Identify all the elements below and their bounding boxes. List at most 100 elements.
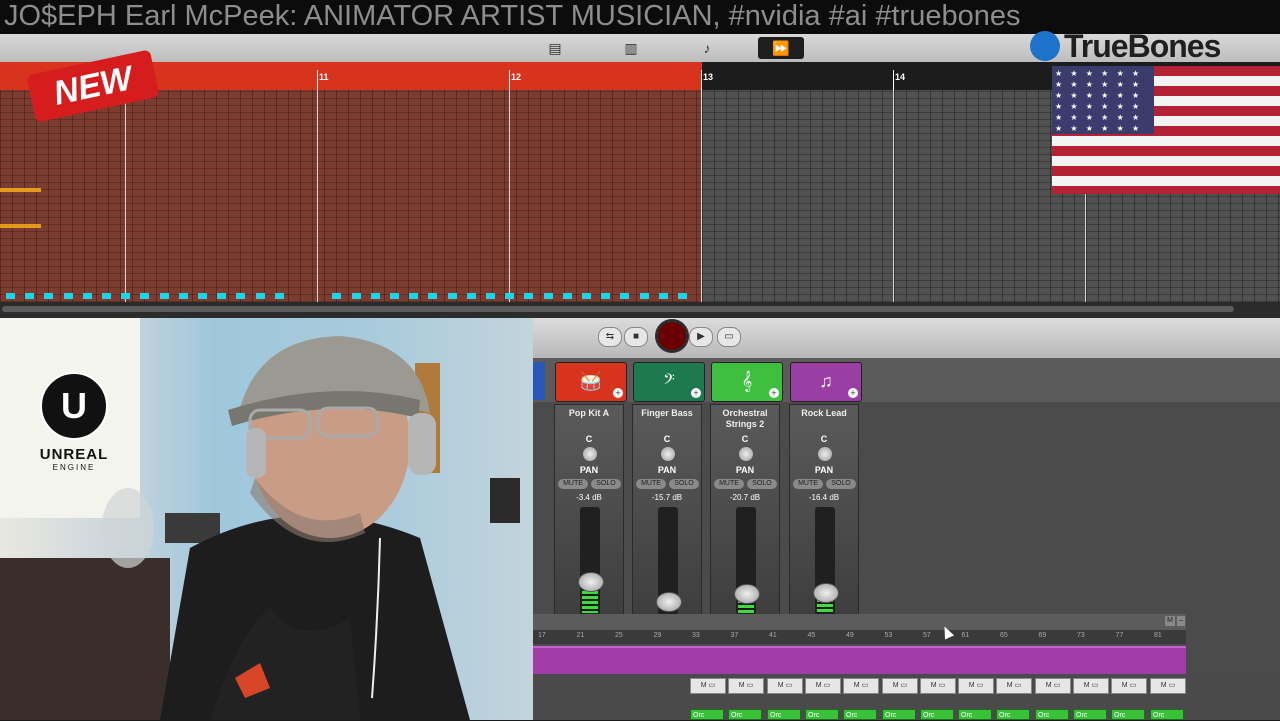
orchestral-clip[interactable]: Orc	[958, 709, 992, 720]
velocity-marker[interactable]	[428, 293, 437, 299]
velocity-marker[interactable]	[524, 293, 533, 299]
pan-knob[interactable]	[739, 447, 753, 461]
pan-knob[interactable]	[661, 447, 675, 461]
orchestral-clip[interactable]: Orc	[767, 709, 801, 720]
velocity-marker[interactable]	[448, 293, 457, 299]
orchestral-clip[interactable]: Orc	[843, 709, 877, 720]
loop-icon[interactable]: ⇆	[598, 327, 622, 347]
orchestral-clip[interactable]: Orc	[728, 709, 762, 720]
velocity-marker[interactable]	[409, 293, 418, 299]
velocity-marker[interactable]	[6, 293, 15, 299]
metronome-icon[interactable]: ▭	[717, 327, 741, 347]
fader-handle[interactable]	[813, 583, 839, 603]
velocity-marker[interactable]	[83, 293, 92, 299]
partial-track-icon[interactable]	[533, 362, 545, 400]
arrangement-ruler[interactable]	[533, 630, 1186, 644]
electric-guitar-icon[interactable]: ♫ +	[790, 362, 862, 402]
pattern-segment[interactable]: M ▭	[767, 678, 803, 694]
pan-knob[interactable]	[583, 447, 597, 461]
fast-forward-icon[interactable]: ⏩	[758, 37, 804, 59]
stop-icon[interactable]: ■	[624, 327, 648, 347]
pattern-segment[interactable]: M ▭	[1111, 678, 1147, 694]
pattern-segment[interactable]: M ▭	[1150, 678, 1186, 694]
velocity-marker[interactable]	[352, 293, 361, 299]
mute-button[interactable]: MUTE	[636, 479, 666, 489]
velocity-marker[interactable]	[563, 293, 572, 299]
solo-button[interactable]: SOLO	[591, 479, 621, 489]
add-track-icon[interactable]: +	[613, 388, 623, 398]
orchestral-clip[interactable]: Orc	[805, 709, 839, 720]
volume-fader[interactable]	[656, 507, 682, 615]
add-track-icon[interactable]: +	[769, 388, 779, 398]
minimize-button[interactable]: M	[1165, 616, 1175, 626]
velocity-marker[interactable]	[160, 293, 169, 299]
volume-fader[interactable]	[578, 507, 604, 615]
scrollbar-thumb[interactable]	[2, 306, 1234, 312]
orchestral-clip[interactable]: Orc	[882, 709, 916, 720]
mute-button[interactable]: MUTE	[714, 479, 744, 489]
track-view-icon[interactable]: ▤	[532, 37, 578, 59]
collapse-button[interactable]: –	[1177, 616, 1185, 626]
pattern-segment[interactable]: M ▭	[958, 678, 994, 694]
orchestral-clip[interactable]: Orc	[690, 709, 724, 720]
pattern-segment[interactable]: M ▭	[996, 678, 1032, 694]
volume-fader[interactable]	[734, 507, 760, 615]
velocity-marker[interactable]	[486, 293, 495, 299]
pattern-segment[interactable]: M ▭	[843, 678, 879, 694]
velocity-marker[interactable]	[44, 293, 53, 299]
pan-knob[interactable]	[818, 447, 832, 461]
midi-note[interactable]	[0, 224, 41, 228]
velocity-marker[interactable]	[217, 293, 226, 299]
velocity-marker[interactable]	[640, 293, 649, 299]
velocity-marker[interactable]	[332, 293, 341, 299]
pattern-segment[interactable]: M ▭	[882, 678, 918, 694]
velocity-marker[interactable]	[102, 293, 111, 299]
music-note-icon[interactable]: ♪	[684, 37, 730, 59]
record-button[interactable]	[655, 319, 689, 353]
bass-guitar-icon[interactable]: 𝄢 +	[633, 362, 705, 402]
orchestral-clip[interactable]: Orc	[1035, 709, 1069, 720]
velocity-marker[interactable]	[678, 293, 687, 299]
velocity-marker[interactable]	[620, 293, 629, 299]
velocity-marker[interactable]	[659, 293, 668, 299]
mute-button[interactable]: MUTE	[558, 479, 588, 489]
velocity-marker[interactable]	[64, 293, 73, 299]
fader-handle[interactable]	[578, 572, 604, 592]
pattern-segment[interactable]: M ▭	[920, 678, 956, 694]
velocity-marker[interactable]	[179, 293, 188, 299]
velocity-marker[interactable]	[198, 293, 207, 299]
velocity-marker[interactable]	[601, 293, 610, 299]
velocity-marker[interactable]	[275, 293, 284, 299]
fader-handle[interactable]	[734, 584, 760, 604]
violin-icon[interactable]: 𝄞 +	[711, 362, 783, 402]
orchestral-clip[interactable]: Orc	[996, 709, 1030, 720]
pattern-segment[interactable]: M ▭	[1035, 678, 1071, 694]
solo-button[interactable]: SOLO	[669, 479, 699, 489]
velocity-marker[interactable]	[467, 293, 476, 299]
velocity-marker[interactable]	[121, 293, 130, 299]
midi-note[interactable]	[0, 188, 41, 192]
pattern-segment[interactable]: M ▭	[1073, 678, 1109, 694]
solo-button[interactable]: SOLO	[826, 479, 856, 489]
orchestral-clip[interactable]: Orc	[1073, 709, 1107, 720]
pattern-segment[interactable]: M ▭	[728, 678, 764, 694]
orchestral-clip[interactable]: Orc	[1150, 709, 1184, 720]
orchestral-clip[interactable]: Orc	[920, 709, 954, 720]
mute-button[interactable]: MUTE	[793, 479, 823, 489]
velocity-marker[interactable]	[25, 293, 34, 299]
drum-kit-icon[interactable]: 🥁 +	[555, 362, 627, 402]
velocity-marker[interactable]	[256, 293, 265, 299]
velocity-marker[interactable]	[371, 293, 380, 299]
play-icon[interactable]: ▶	[689, 327, 713, 347]
solo-button[interactable]: SOLO	[747, 479, 777, 489]
velocity-marker[interactable]	[505, 293, 514, 299]
velocity-marker[interactable]	[390, 293, 399, 299]
volume-fader[interactable]	[813, 507, 839, 615]
pattern-segment[interactable]: M ▭	[805, 678, 841, 694]
piano-roll-icon[interactable]: ▥	[608, 37, 654, 59]
velocity-marker[interactable]	[236, 293, 245, 299]
velocity-marker[interactable]	[140, 293, 149, 299]
pattern-segment[interactable]: M ▭	[690, 678, 726, 694]
velocity-marker[interactable]	[582, 293, 591, 299]
add-track-icon[interactable]: +	[691, 388, 701, 398]
